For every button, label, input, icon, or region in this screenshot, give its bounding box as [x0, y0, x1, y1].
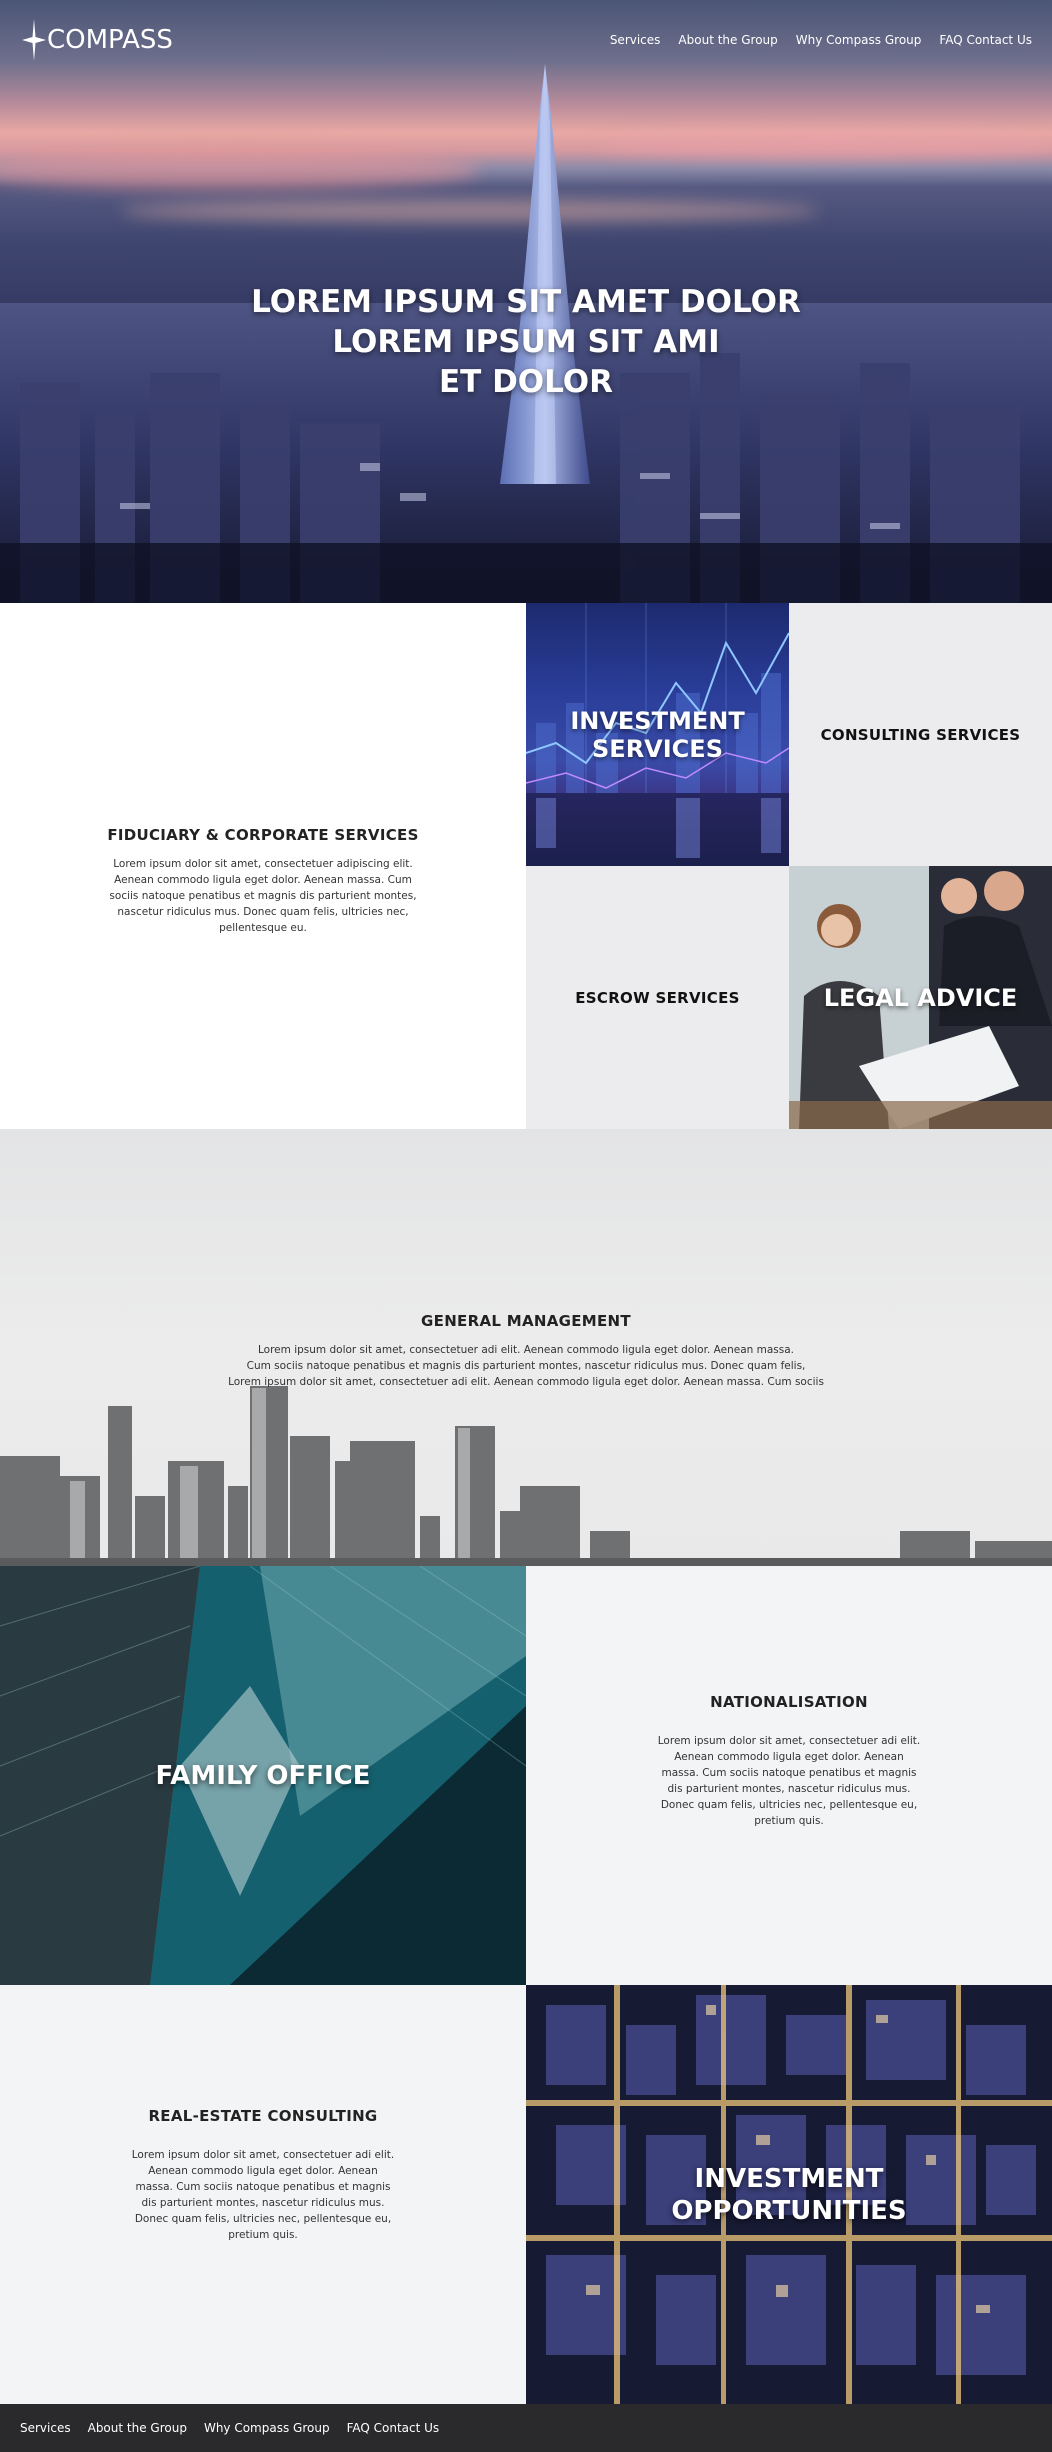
investment-opportunities-label: INVESTMENT OPPORTUNITIES: [671, 2163, 906, 2227]
investment-opportunities-line-1: INVESTMENT: [694, 2163, 884, 2194]
investment-services-line-1: INVESTMENT: [570, 706, 745, 735]
fiduciary-panel: FIDUCIARY & CORPORATE SERVICES Lorem ips…: [0, 603, 526, 1129]
nav-links: Services About the Group Why Compass Gro…: [610, 33, 1032, 47]
real-estate-panel: REAL-ESTATE CONSULTING Lorem ipsum dolor…: [0, 1985, 526, 2404]
investment-services-label: INVESTMENT SERVICES: [570, 707, 744, 763]
general-management-content: GENERAL MANAGEMENT Lorem ipsum dolor sit…: [0, 1312, 1052, 1390]
fiduciary-title: FIDUCIARY & CORPORATE SERVICES: [107, 826, 419, 844]
compass-logo[interactable]: COMPASS: [22, 19, 173, 61]
hero-title: LOREM IPSUM SIT AMET DOLOR LOREM IPSUM S…: [0, 282, 1052, 402]
realestate-opportunities-row: REAL-ESTATE CONSULTING Lorem ipsum dolor…: [0, 1985, 1052, 2404]
services-grid: FIDUCIARY & CORPORATE SERVICES Lorem ips…: [0, 603, 1052, 1129]
fiduciary-body: Lorem ipsum dolor sit amet, consectetuer…: [109, 858, 417, 934]
nav-link-why-compass[interactable]: Why Compass Group: [796, 33, 922, 47]
real-estate-title: REAL-ESTATE CONSULTING: [148, 2106, 378, 2125]
investment-services-tile[interactable]: INVESTMENT SERVICES: [526, 603, 789, 866]
legal-advice-tile[interactable]: LEGAL ADVICE: [789, 866, 1052, 1129]
escrow-services-label: ESCROW SERVICES: [575, 988, 740, 1007]
nav-link-about[interactable]: About the Group: [678, 33, 777, 47]
shard-tower-illustration: [500, 64, 590, 484]
consulting-services-label: CONSULTING SERVICES: [820, 725, 1021, 744]
general-management-line-2: Cum sociis natoque penatibus et magnis d…: [246, 1360, 806, 1372]
escrow-services-tile[interactable]: ESCROW SERVICES: [526, 866, 789, 1129]
footer-link-services[interactable]: Services: [20, 2421, 71, 2435]
investment-services-line-2: SERVICES: [592, 734, 723, 763]
nationalisation-body: Lorem ipsum dolor sit amet, consectetuer…: [657, 1734, 921, 1827]
compass-star-icon: [22, 19, 46, 61]
footer-link-about[interactable]: About the Group: [88, 2421, 187, 2435]
real-estate-body: Lorem ipsum dolor sit amet, consectetuer…: [131, 2148, 395, 2241]
grey-skyline-illustration: [0, 1386, 1052, 1566]
hero-banner: COMPASS Services About the Group Why Com…: [0, 0, 1052, 603]
investment-opportunities-line-2: OPPORTUNITIES: [671, 2195, 907, 2226]
footer-link-faq-contact[interactable]: FAQ Contact Us: [347, 2421, 440, 2435]
top-navigation: COMPASS Services About the Group Why Com…: [0, 0, 1052, 80]
family-office-tile[interactable]: FAMILY OFFICE: [0, 1566, 526, 1985]
nav-link-faq-contact[interactable]: FAQ Contact Us: [939, 33, 1032, 47]
sky-streak: [120, 200, 820, 222]
general-management-line-1: Lorem ipsum dolor sit amet, consectetuer…: [258, 1344, 794, 1356]
general-management-line-3: Lorem ipsum dolor sit amet, consectetuer…: [228, 1376, 824, 1388]
consulting-services-tile[interactable]: CONSULTING SERVICES: [789, 603, 1052, 866]
general-management-title: GENERAL MANAGEMENT: [421, 1312, 631, 1330]
nationalisation-title: NATIONALISATION: [710, 1692, 868, 1711]
hero-title-line-1: LOREM IPSUM SIT AMET DOLOR: [251, 284, 801, 320]
logo-text: COMPASS: [47, 25, 173, 55]
family-office-label: FAMILY OFFICE: [155, 1760, 371, 1791]
hero-title-line-2: LOREM IPSUM SIT AMI: [332, 324, 720, 360]
legal-advice-label: LEGAL ADVICE: [823, 983, 1018, 1012]
nationalisation-panel: NATIONALISATION Lorem ipsum dolor sit am…: [526, 1566, 1052, 1985]
general-management-section: GENERAL MANAGEMENT Lorem ipsum dolor sit…: [0, 1129, 1052, 1566]
investment-opportunities-tile[interactable]: INVESTMENT OPPORTUNITIES: [526, 1985, 1052, 2404]
footer-link-why-compass[interactable]: Why Compass Group: [204, 2421, 330, 2435]
family-nationalisation-row: FAMILY OFFICE NATIONALISATION Lorem ipsu…: [0, 1566, 1052, 1985]
sky-streak: [0, 150, 480, 190]
footer-navigation: Services About the Group Why Compass Gro…: [0, 2404, 1052, 2452]
sky-streak: [600, 130, 1052, 160]
hero-title-line-3: ET DOLOR: [438, 364, 614, 400]
nav-link-services[interactable]: Services: [610, 33, 661, 47]
